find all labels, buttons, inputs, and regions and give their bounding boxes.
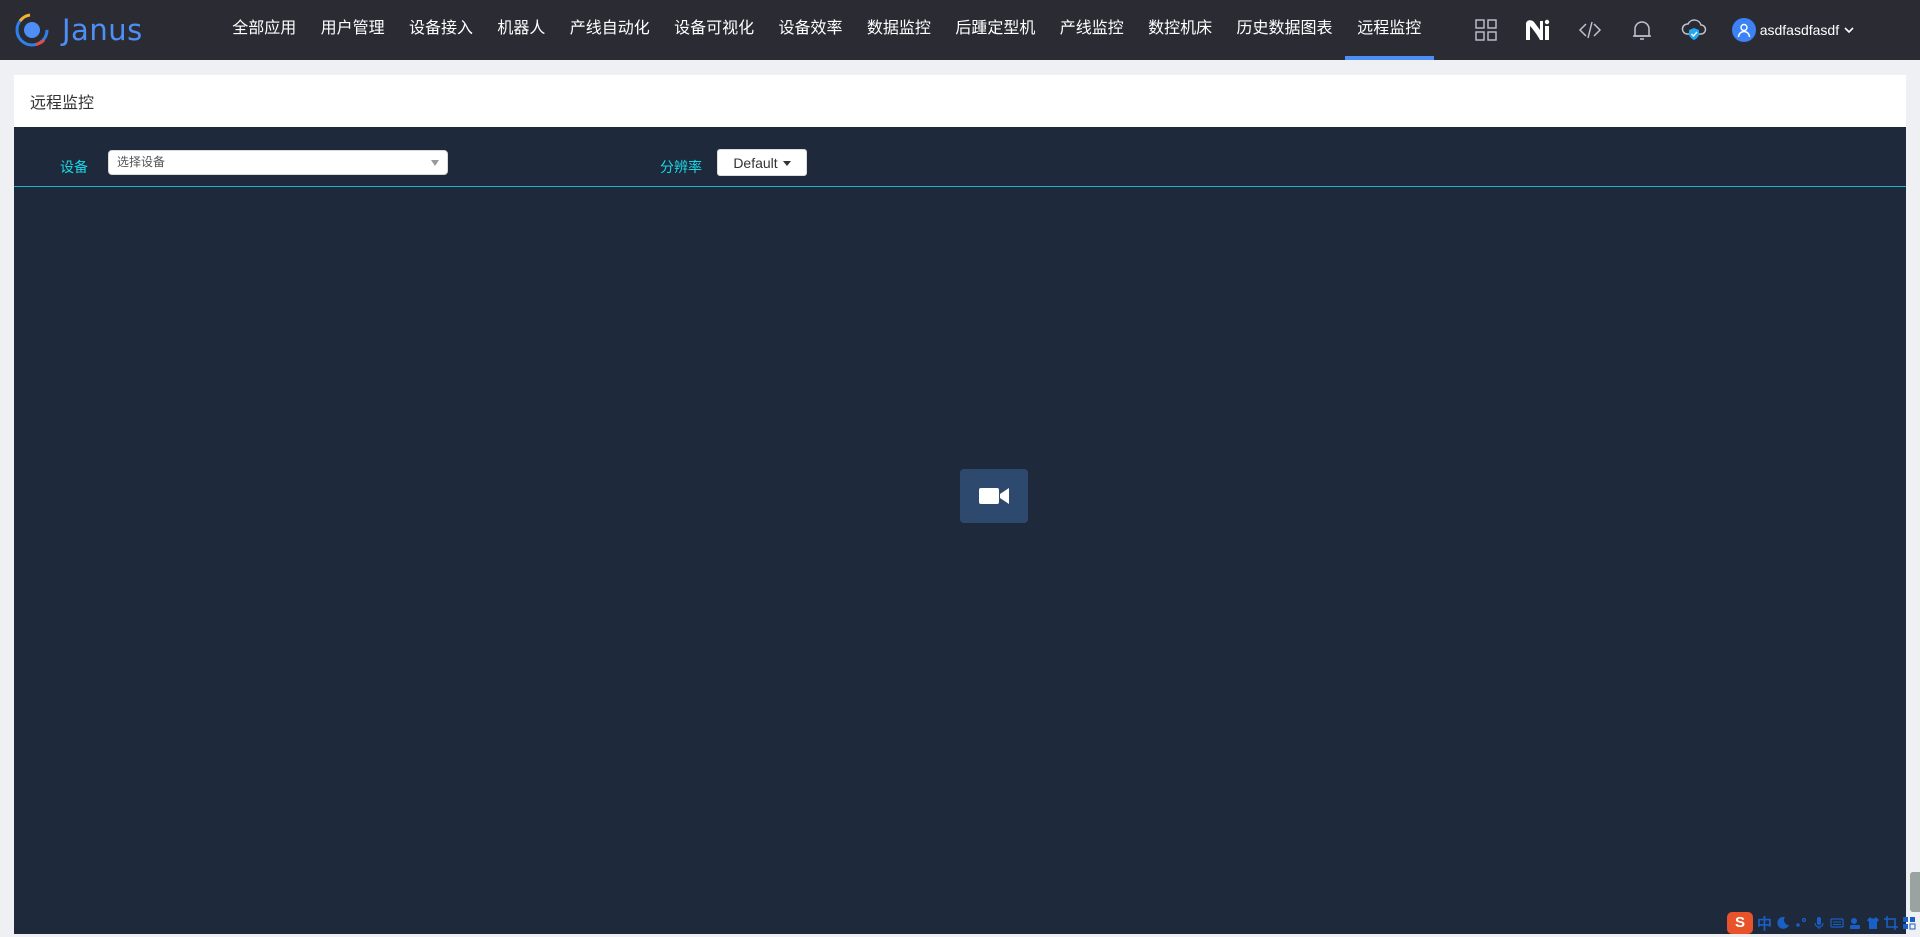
video-camera-icon — [979, 488, 1009, 504]
nav-item-line-automation[interactable]: 产线自动化 — [558, 0, 662, 60]
nav-item-data-monitoring[interactable]: 数据监控 — [855, 0, 943, 60]
nav-item-device-access[interactable]: 设备接入 — [397, 0, 485, 60]
microphone-icon[interactable] — [1812, 916, 1826, 930]
crop-icon[interactable] — [1884, 916, 1898, 930]
caret-down-icon — [431, 160, 439, 166]
nav-item-remote-monitoring[interactable]: 远程监控 — [1344, 0, 1434, 60]
remote-monitor-panel: 设备 选择设备 分辨率 Default — [14, 127, 1906, 934]
user-menu[interactable]: asdfasdfasdf — [1731, 18, 1855, 42]
keyboard-icon[interactable] — [1830, 916, 1844, 930]
resolution-label: 分辨率 — [660, 159, 702, 175]
cloud-shield-icon — [1681, 19, 1706, 40]
main-nav: 全部应用 用户管理 设备接入 机器人 产线自动化 设备可视化 设备效率 数据监控… — [220, 0, 1434, 60]
user-name: asdfasdfasdf — [1759, 22, 1840, 38]
top-navbar: Janus 全部应用 用户管理 设备接入 机器人 产线自动化 设备可视化 设备效… — [0, 0, 1920, 60]
page-title: 远程监控 — [30, 95, 95, 112]
user-icon — [1737, 23, 1750, 38]
device-label: 设备 — [60, 159, 88, 175]
app-name: Janus — [62, 13, 143, 47]
resolution-value: Default — [733, 154, 778, 171]
device-select-placeholder: 选择设备 — [117, 155, 166, 169]
toolbox-grid-icon[interactable] — [1902, 916, 1916, 930]
nav-item-robot[interactable]: 机器人 — [485, 0, 557, 60]
nav-item-user-management[interactable]: 用户管理 — [308, 0, 396, 60]
video-placeholder[interactable] — [960, 469, 1028, 523]
bell-icon — [1632, 21, 1651, 40]
emoji-icon[interactable] — [1848, 916, 1862, 930]
ime-mode-toggle[interactable]: 中 — [1757, 913, 1772, 934]
moon-icon[interactable] — [1776, 916, 1790, 930]
side-widget[interactable] — [1910, 872, 1920, 912]
page-header: 远程监控 — [14, 75, 1906, 127]
nav-item-heel-shaping-machine[interactable]: 后踵定型机 — [943, 0, 1047, 60]
skin-icon[interactable] — [1866, 916, 1880, 930]
apps-grid-button[interactable] — [1460, 0, 1512, 60]
chevron-down-icon — [1844, 27, 1854, 34]
nav-item-device-visualization[interactable]: 设备可视化 — [662, 0, 766, 60]
notifications-button[interactable] — [1616, 0, 1668, 60]
avatar — [1731, 18, 1756, 42]
ni-button[interactable] — [1512, 0, 1564, 60]
resolution-dropdown[interactable]: Default — [717, 149, 807, 176]
ni-logo-icon — [1525, 19, 1549, 40]
device-select[interactable]: 选择设备 — [108, 150, 448, 175]
nav-item-all-apps[interactable]: 全部应用 — [220, 0, 308, 60]
code-icon — [1578, 21, 1601, 39]
code-button[interactable] — [1564, 0, 1616, 60]
ime-logo[interactable]: S — [1726, 912, 1753, 934]
ime-toolbar: S 中 — [1726, 912, 1916, 934]
control-bar: 设备 选择设备 分辨率 Default — [14, 127, 1906, 187]
janus-logo-icon — [15, 13, 49, 47]
nav-item-cnc-machine[interactable]: 数控机床 — [1136, 0, 1224, 60]
header-tools: asdfasdfasdf — [1460, 0, 1855, 60]
grid-icon — [1475, 19, 1497, 41]
caret-down-icon — [782, 161, 791, 166]
app-logo[interactable]: Janus — [0, 0, 200, 60]
punctuation-icon[interactable] — [1794, 916, 1808, 930]
cloud-security-button[interactable] — [1668, 0, 1720, 60]
nav-item-line-monitoring[interactable]: 产线监控 — [1048, 0, 1136, 60]
nav-item-history-charts[interactable]: 历史数据图表 — [1224, 0, 1344, 60]
nav-item-device-efficiency[interactable]: 设备效率 — [766, 0, 854, 60]
